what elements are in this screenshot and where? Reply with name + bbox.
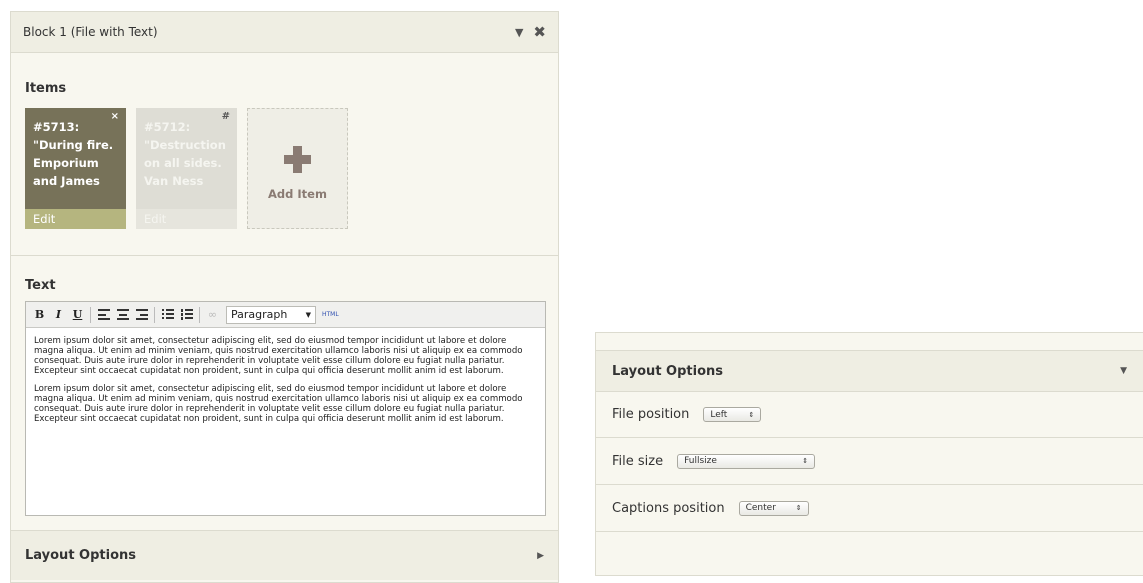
- text-heading: Text: [25, 278, 56, 293]
- triangle-down-icon[interactable]: ▼: [515, 26, 523, 39]
- items-heading: Items: [25, 81, 67, 96]
- bold-button[interactable]: B: [30, 305, 49, 324]
- editor-paragraph: Lorem ipsum dolor sit amet, consectetur …: [34, 336, 523, 376]
- editor-content[interactable]: Lorem ipsum dolor sit amet, consectetur …: [26, 328, 545, 515]
- layout-options-title: Layout Options: [25, 548, 137, 563]
- captions-position-row: Captions position Center ⇕: [596, 485, 1143, 532]
- select-arrows-icon: ⇕: [795, 504, 802, 512]
- file-size-row: File size Fullsize ⇕: [596, 438, 1143, 485]
- layout-options-heading: Layout Options: [612, 363, 724, 379]
- file-position-row: File position Left ⇕: [596, 392, 1143, 438]
- align-right-icon[interactable]: [132, 305, 151, 324]
- layout-options-header[interactable]: Layout Options ▼: [596, 351, 1143, 392]
- plus-icon: [284, 146, 311, 173]
- align-left-icon[interactable]: [94, 305, 113, 324]
- file-position-value: Left: [710, 409, 728, 420]
- align-center-icon[interactable]: [113, 305, 132, 324]
- triangle-right-icon: ▶: [537, 550, 544, 561]
- editor-toolbar: B I U ∞ Paragraph ▼ HTML: [26, 302, 545, 328]
- items-section: Items #5713: "During fire. Emporium and …: [11, 53, 558, 256]
- item-edit-link[interactable]: Edit: [25, 209, 126, 229]
- chevron-down-icon: ▼: [305, 310, 311, 319]
- bullet-list-icon[interactable]: [158, 305, 177, 324]
- html-button[interactable]: HTML: [322, 311, 339, 318]
- add-item-button[interactable]: Add Item: [247, 108, 348, 229]
- triangle-down-icon: ▼: [1120, 366, 1127, 376]
- toolbar-divider: [90, 306, 91, 323]
- item-edit-link[interactable]: Edit: [136, 209, 237, 229]
- captions-position-select[interactable]: Center ⇕: [738, 500, 809, 516]
- add-item-label: Add Item: [268, 187, 327, 201]
- select-arrows-icon: ⇕: [802, 457, 809, 465]
- italic-button[interactable]: I: [49, 305, 68, 324]
- hash-icon[interactable]: #: [222, 111, 230, 122]
- link-icon[interactable]: ∞: [203, 305, 222, 324]
- remove-item-icon[interactable]: ×: [111, 111, 119, 122]
- toolbar-divider: [154, 306, 155, 323]
- format-select-value: Paragraph: [231, 308, 288, 321]
- file-position-select[interactable]: Left ⇕: [703, 407, 762, 422]
- text-section: Text B I U ∞ Paragraph ▼ HTML Lorem ipsu…: [11, 256, 558, 531]
- file-size-label: File size: [612, 453, 664, 469]
- captions-position-label: Captions position: [612, 500, 725, 516]
- item-tile[interactable]: #5712: "Destruction on all sides. Van Ne…: [136, 108, 237, 229]
- layout-options-toggle[interactable]: Layout Options ▶: [11, 531, 558, 580]
- close-icon[interactable]: ✖: [533, 23, 546, 41]
- underline-button[interactable]: U: [68, 305, 87, 324]
- block-header: Block 1 (File with Text) ▼ ✖: [11, 12, 558, 53]
- panel-top-edge: [596, 333, 1143, 351]
- item-tile[interactable]: #5713: "During fire. Emporium and James …: [25, 108, 126, 229]
- item-caption: #5713: "During fire. Emporium and James: [25, 108, 126, 209]
- layout-options-panel: Layout Options ▼ File position Left ⇕ Fi…: [595, 332, 1143, 576]
- block-title: Block 1 (File with Text): [23, 25, 158, 39]
- block-panel: Block 1 (File with Text) ▼ ✖ Items #5713…: [10, 11, 559, 583]
- captions-position-value: Center: [745, 503, 776, 513]
- file-size-select[interactable]: Fullsize ⇕: [677, 453, 816, 469]
- toolbar-divider: [199, 306, 200, 323]
- format-select[interactable]: Paragraph ▼: [226, 305, 316, 324]
- numbered-list-icon[interactable]: [177, 305, 196, 324]
- select-arrows-icon: ⇕: [748, 410, 755, 419]
- file-position-label: File position: [612, 407, 690, 422]
- editor-paragraph: Lorem ipsum dolor sit amet, consectetur …: [34, 384, 523, 424]
- file-size-value: Fullsize: [684, 456, 717, 466]
- rich-text-editor: B I U ∞ Paragraph ▼ HTML Lorem ipsum dol…: [25, 301, 546, 516]
- item-caption: #5712: "Destruction on all sides. Van Ne…: [136, 108, 237, 209]
